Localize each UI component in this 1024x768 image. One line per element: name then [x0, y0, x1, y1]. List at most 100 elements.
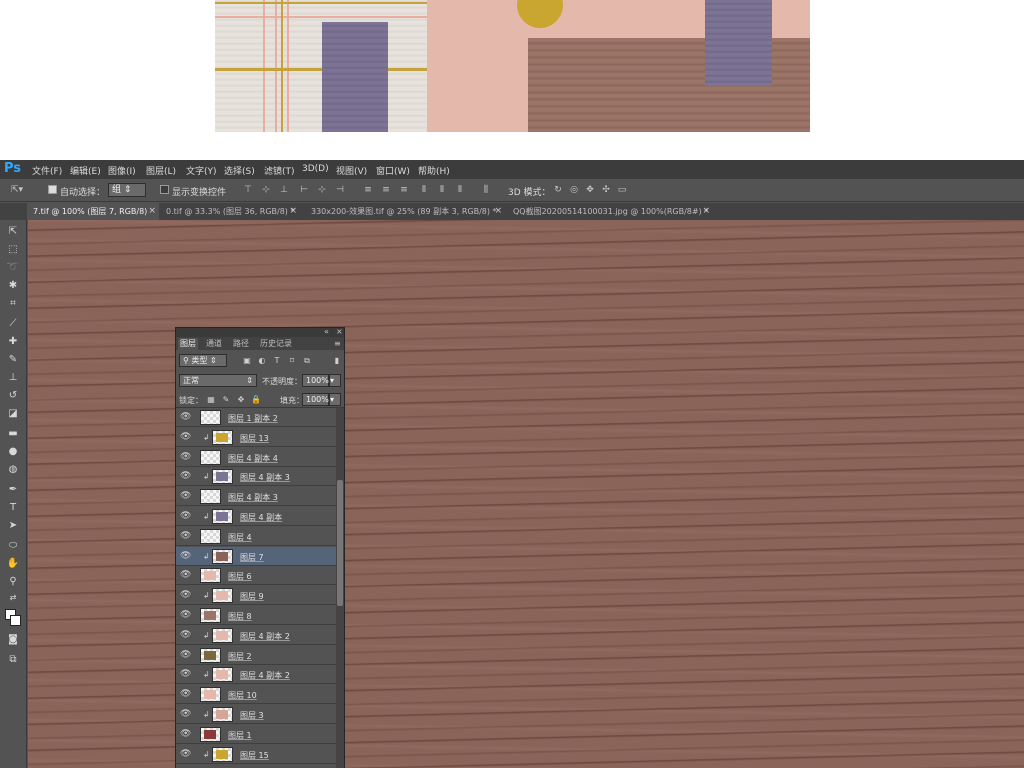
layer-name[interactable]: 图层 1 [228, 730, 252, 741]
default-colors-icon[interactable]: ⇄ [4, 590, 22, 606]
layer-row[interactable]: 👁 ↲ 图层 15 [176, 744, 336, 764]
lock-position-icon[interactable]: ✥ [236, 395, 246, 405]
layer-name[interactable]: 图层 4 副本 [240, 512, 282, 523]
layer-name[interactable]: 图层 1 副本 2 [228, 413, 278, 424]
layer-name[interactable]: 图层 4 副本 2 [240, 631, 290, 642]
document-tab[interactable]: QQ截图20200514100031.jpg @ 100%(RGB/8#) * … [507, 203, 713, 220]
visibility-eye-icon[interactable]: 👁 [180, 630, 191, 640]
layer-row[interactable]: 👁 ↲ 图层 9 [176, 586, 336, 606]
crop-tool-icon[interactable]: ⌗ [4, 296, 22, 312]
distribute-top-icon[interactable]: ≡ [362, 185, 374, 195]
layer-name[interactable]: 图层 4 副本 3 [240, 472, 290, 483]
3d-scale-icon[interactable]: ▭ [616, 185, 628, 195]
align-right-icon[interactable]: ⊣ [334, 185, 346, 195]
dodge-tool-icon[interactable]: ◍ [4, 462, 22, 478]
visibility-eye-icon[interactable]: 👁 [180, 432, 191, 442]
move-tool-icon[interactable]: ⇱ [4, 224, 22, 240]
distribute-bottom-icon[interactable]: ≡ [398, 185, 410, 195]
layer-name[interactable]: 图层 8 [228, 611, 252, 622]
layer-name[interactable]: 图层 15 [240, 750, 269, 761]
collapse-icon[interactable]: « [324, 327, 329, 336]
hand-tool-icon[interactable]: ✋ [4, 556, 22, 572]
layer-row[interactable]: 👁 图层 6 [176, 566, 336, 586]
menu-filter[interactable]: 滤镜(T) [264, 164, 295, 177]
close-icon[interactable]: × [494, 203, 502, 220]
tab-history[interactable]: 历史记录 [258, 338, 294, 350]
align-bottom-icon[interactable]: ⊥ [278, 185, 290, 195]
fill-input[interactable]: 100% [302, 393, 329, 406]
layer-row[interactable]: 👁 ↲ 图层 7 [176, 546, 336, 566]
lock-transparent-icon[interactable]: ▦ [206, 395, 216, 405]
blend-mode-dropdown[interactable]: 正常 ⇕ [179, 374, 257, 387]
path-select-icon[interactable]: ➤ [4, 518, 22, 534]
document-tab[interactable]: 0.tif @ 33.3% (图层 36, RGB/8) * × [160, 203, 300, 220]
layer-name[interactable]: 图层 10 [228, 690, 257, 701]
filter-shape-icon[interactable]: ⌑ [287, 356, 297, 366]
menu-window[interactable]: 窗口(W) [376, 164, 410, 177]
layer-row[interactable]: 👁 图层 8 [176, 606, 336, 625]
visibility-eye-icon[interactable]: 👁 [180, 749, 191, 759]
distribute-right-icon[interactable]: ⦀ [454, 185, 466, 195]
layer-name[interactable]: 图层 4 副本 4 [228, 453, 278, 464]
layer-row[interactable]: 👁 ↲ 图层 4 副本 2 [176, 665, 336, 685]
menu-type[interactable]: 文字(Y) [186, 164, 217, 177]
healing-brush-icon[interactable]: ✚ [4, 334, 22, 350]
opacity-input[interactable]: 100% [302, 374, 329, 387]
screen-mode-icon[interactable]: ⧉ [4, 652, 22, 668]
filter-type-icon[interactable]: T [272, 356, 282, 366]
visibility-eye-icon[interactable]: 👁 [180, 610, 191, 620]
layer-row[interactable]: 👁 图层 1 [176, 724, 336, 744]
visibility-eye-icon[interactable]: 👁 [180, 689, 191, 699]
close-icon[interactable]: × [702, 203, 710, 220]
layer-name[interactable]: 图层 3 [240, 710, 264, 721]
blur-tool-icon[interactable]: ● [4, 444, 22, 460]
history-brush-icon[interactable]: ↺ [4, 388, 22, 404]
layer-row[interactable]: 👁 ↲ 图层 4 副本 3 [176, 467, 336, 487]
opacity-slider-icon[interactable]: ▾ [329, 374, 341, 387]
background-color-swatch[interactable] [10, 615, 21, 626]
layer-row[interactable]: 👁 图层 4 副本 3 [176, 487, 336, 507]
menu-select[interactable]: 选择(S) [224, 164, 255, 177]
visibility-eye-icon[interactable]: 👁 [180, 590, 191, 600]
layer-row[interactable]: 👁 ↲ 图层 4 副本 [176, 507, 336, 526]
layer-name[interactable]: 图层 4 副本 3 [228, 492, 278, 503]
layer-row[interactable]: 👁 图层 2 [176, 645, 336, 665]
visibility-eye-icon[interactable]: 👁 [180, 491, 191, 501]
brush-tool-icon[interactable]: ✎ [4, 352, 22, 368]
visibility-eye-icon[interactable]: 👁 [180, 412, 191, 422]
visibility-eye-icon[interactable]: 👁 [180, 729, 191, 739]
tab-paths[interactable]: 路径 [231, 338, 251, 350]
auto-select-dropdown[interactable]: 组 ⇕ [108, 183, 146, 197]
align-top-icon[interactable]: ⊤ [242, 185, 254, 195]
tab-layers[interactable]: 图层 [178, 338, 198, 350]
menu-view[interactable]: 视图(V) [336, 164, 367, 177]
layer-name[interactable]: 图层 13 [240, 433, 269, 444]
align-left-icon[interactable]: ⊢ [298, 185, 310, 195]
layer-row[interactable]: 👁 ↲ 图层 3 [176, 705, 336, 724]
eraser-tool-icon[interactable]: ◪ [4, 406, 22, 422]
visibility-eye-icon[interactable]: 👁 [180, 511, 191, 521]
layer-row[interactable]: 👁 图层 4 副本 4 [176, 447, 336, 467]
visibility-eye-icon[interactable]: 👁 [180, 650, 191, 660]
lasso-tool-icon[interactable]: ➰ [4, 260, 22, 276]
stamp-tool-icon[interactable]: ⊥ [4, 370, 22, 386]
type-tool-icon[interactable]: T [4, 500, 22, 516]
magic-wand-icon[interactable]: ✱ [4, 278, 22, 294]
layer-name[interactable]: 图层 7 [240, 552, 264, 563]
layer-row[interactable]: 👁 ↲ 图层 13 [176, 427, 336, 447]
close-icon[interactable]: × [336, 327, 343, 336]
3d-pan-icon[interactable]: ✥ [584, 185, 596, 195]
show-transform-checkbox[interactable] [160, 185, 169, 194]
visibility-eye-icon[interactable]: 👁 [180, 669, 191, 679]
menu-edit[interactable]: 编辑(E) [70, 164, 101, 177]
layer-row[interactable]: 👁 ↲ 图层 4 副本 2 [176, 625, 336, 645]
shape-tool-icon[interactable]: ⬭ [4, 538, 22, 554]
menu-3d[interactable]: 3D(D) [302, 164, 329, 174]
document-tab[interactable]: 330x200-效果图.tif @ 25% (89 副本 3, RGB/8) *… [305, 203, 505, 220]
layer-row[interactable]: 👁 图层 4 [176, 526, 336, 546]
visibility-eye-icon[interactable]: 👁 [180, 551, 191, 561]
visibility-eye-icon[interactable]: 👁 [180, 570, 191, 580]
filter-adjustment-icon[interactable]: ◐ [257, 356, 267, 366]
auto-select-checkbox[interactable] [48, 185, 57, 194]
panel-menu-icon[interactable]: ≡ [332, 338, 343, 350]
